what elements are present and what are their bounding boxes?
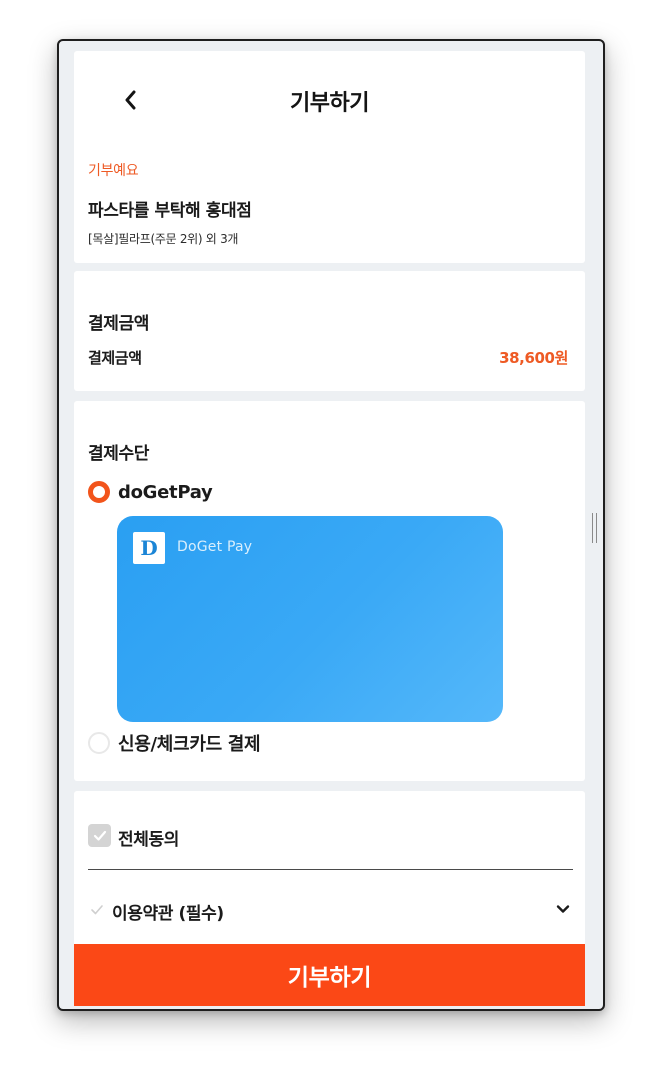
radio-selected-icon[interactable]: [88, 481, 110, 503]
divider: [88, 869, 573, 870]
store-name: 파스타를 부탁해 홍대점: [88, 201, 252, 221]
chevron-down-icon[interactable]: [555, 901, 571, 917]
phone-frame: 기부하기 기부예요 파스타를 부탁해 홍대점 [목살]필라프(주문 2위) 외 …: [57, 39, 605, 1011]
donation-status-label: 기부예요: [88, 163, 139, 179]
scrollbar-handle[interactable]: [592, 513, 598, 543]
dogetpay-card[interactable]: D DoGet Pay: [117, 516, 503, 722]
terms-of-use-label[interactable]: 이용약관 (필수): [112, 899, 224, 924]
check-icon: [93, 830, 106, 841]
agreement-card: 전체동의 이용약관 (필수): [74, 791, 585, 951]
payment-amount-label: 결제금액: [88, 349, 142, 367]
radio-unselected-icon[interactable]: [88, 732, 110, 754]
page-title: 기부하기: [290, 91, 369, 116]
header-card: 기부하기 기부예요 파스타를 부탁해 홍대점 [목살]필라프(주문 2위) 외 …: [74, 51, 585, 263]
payment-option-credit-card[interactable]: 신용/체크카드 결제: [88, 730, 261, 756]
payment-amount-card: 결제금액: [74, 271, 585, 391]
payment-method-card: 결제수단 doGetPay D DoGet Pay 신용/체크카드 결제: [74, 401, 585, 781]
payment-option-dogetpay[interactable]: doGetPay: [88, 481, 213, 503]
payment-amount-title: 결제금액: [88, 314, 149, 334]
payment-option-label: doGetPay: [118, 481, 213, 503]
agree-all-label[interactable]: 전체동의: [118, 825, 179, 850]
donate-submit-button[interactable]: 기부하기: [74, 944, 585, 1006]
dogetpay-logo-icon: D: [133, 532, 165, 564]
payment-method-title: 결제수단: [88, 444, 149, 464]
check-icon[interactable]: [90, 903, 104, 917]
payment-option-label: 신용/체크카드 결제: [118, 734, 261, 755]
agree-all-checkbox[interactable]: [88, 824, 111, 847]
payment-amount-value: 38,600원: [499, 349, 568, 367]
order-summary: [목살]필라프(주문 2위) 외 3개: [88, 232, 239, 246]
pay-card-brand: DoGet Pay: [177, 539, 253, 555]
